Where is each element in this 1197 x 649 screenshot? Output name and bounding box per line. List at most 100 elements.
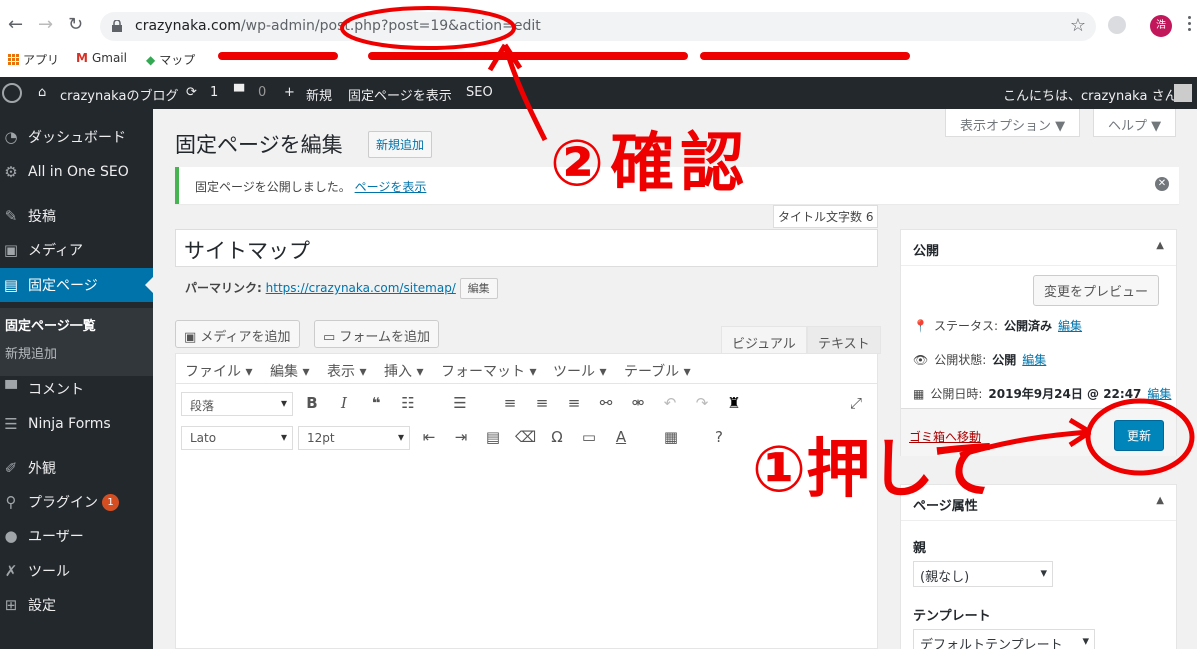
permalink-edit-button[interactable]: 編集 [459, 278, 498, 299]
sidebar-item-comments[interactable]: ▀ コメント [0, 372, 153, 406]
bookmark-gmail[interactable]: M Gmail [76, 51, 127, 65]
permalink-link[interactable]: https://crazynaka.com/sitemap/ [266, 281, 456, 295]
wrench-icon: ✗ [4, 562, 18, 580]
menu-insert[interactable]: 挿入 ▾ [384, 361, 423, 381]
date-row: ▦ 公開日時: 2019年9月24日 @ 22:47 編集 [913, 385, 1172, 402]
spy-icon[interactable]: ♜ [724, 394, 744, 412]
sidebar-item-ninja-forms[interactable]: ☰ Ninja Forms [0, 407, 153, 441]
undo-icon[interactable]: ↶ [660, 394, 680, 412]
comment-icon[interactable]: ▀ [234, 85, 244, 100]
plugin-update-badge: 1 [102, 493, 119, 511]
collapse-icon[interactable]: ▲ [1156, 240, 1164, 251]
link-icon[interactable]: ⚯ [596, 394, 616, 412]
new-link[interactable]: 新規 [306, 85, 332, 104]
bullet-list-icon[interactable]: ☷ [398, 394, 418, 412]
view-page-link[interactable]: ページを表示 [355, 180, 427, 194]
menu-tools[interactable]: ツール ▾ [553, 361, 606, 381]
bookmark-apps[interactable]: アプリ [8, 51, 59, 68]
reload-icon[interactable]: ↻ [68, 15, 83, 35]
sidebar-item-media[interactable]: ▣ メディア [0, 233, 153, 267]
user-avatar[interactable] [1174, 84, 1192, 102]
format-select[interactable]: 段落 [181, 392, 293, 416]
hr-icon[interactable]: ▭ [579, 428, 599, 446]
menu-table[interactable]: テーブル ▾ [624, 361, 691, 381]
view-page-link[interactable]: 固定ページを表示 [348, 85, 452, 104]
dismiss-icon[interactable]: ✕ [1155, 177, 1169, 191]
sidebar-item-plugins[interactable]: ⚲ プラグイン 1 [0, 485, 153, 519]
help-button[interactable]: ヘルプ ▼ [1093, 109, 1177, 137]
add-media-button[interactable]: ▣ メディアを追加 [175, 320, 300, 348]
bold-icon[interactable]: B [302, 394, 322, 412]
align-center-icon[interactable]: ≡ [532, 394, 552, 412]
seo-link[interactable]: SEO [466, 85, 493, 100]
forward-icon[interactable]: → [38, 15, 53, 35]
publish-box-header[interactable]: 公開 ▲ [901, 230, 1176, 266]
date-edit-link[interactable]: 編集 [1147, 385, 1171, 402]
help-icon[interactable]: ? [709, 428, 729, 446]
submenu-add-new[interactable]: 新規追加 [5, 343, 57, 362]
editor-content-area[interactable] [176, 458, 877, 648]
sidebar-item-tools[interactable]: ✗ ツール [0, 554, 153, 588]
sidebar-item-users[interactable]: ● ユーザー [0, 519, 153, 553]
special-char-icon[interactable]: Ω [547, 428, 567, 446]
star-icon[interactable]: ☆ [1070, 15, 1086, 36]
notice-text: 固定ページを公開しました。 ページを表示 [195, 180, 427, 194]
trash-link[interactable]: ゴミ箱へ移動 [909, 428, 981, 445]
address-bar[interactable]: crazynaka.com/wp-admin/post.php?post=19&… [100, 12, 1096, 41]
add-form-button[interactable]: ▭ フォームを追加 [314, 320, 440, 348]
number-list-icon[interactable]: ☰ [450, 394, 470, 412]
updates-count[interactable]: 1 [210, 85, 218, 100]
align-right-icon[interactable]: ≡ [564, 394, 584, 412]
extension-icon[interactable] [1108, 16, 1126, 34]
add-new-button[interactable]: 新規追加 [368, 131, 433, 158]
parent-select[interactable]: (親なし) [913, 561, 1053, 587]
align-left-icon[interactable]: ≡ [500, 394, 520, 412]
updates-icon[interactable]: ⟳ [186, 85, 197, 100]
sidebar-item-dashboard[interactable]: ◔ ダッシュボード [0, 120, 153, 154]
menu-edit[interactable]: 編集 ▾ [270, 361, 309, 381]
visibility-edit-link[interactable]: 編集 [1022, 351, 1046, 368]
greeting[interactable]: こんにちは、crazynaka さん [1003, 85, 1178, 104]
font-size-select[interactable]: 12pt [298, 426, 410, 450]
menu-icon[interactable] [1188, 14, 1192, 34]
menu-view[interactable]: 表示 ▾ [327, 361, 366, 381]
table-icon[interactable]: ▦ [661, 428, 681, 446]
redo-icon[interactable]: ↷ [692, 394, 712, 412]
blockquote-icon[interactable]: ❝ [366, 394, 386, 412]
text-color-icon[interactable]: A [611, 428, 631, 446]
tab-text[interactable]: テキスト [807, 326, 881, 354]
profile-avatar[interactable]: 浩 [1150, 15, 1172, 37]
media-icon: ▣ [184, 330, 201, 345]
fullscreen-icon[interactable]: ⤢ [846, 394, 866, 412]
bookmark-maps[interactable]: ◆ マップ [146, 51, 195, 68]
menu-format[interactable]: フォーマット ▾ [441, 361, 536, 381]
sidebar-item-aioseo[interactable]: ⚙ All in One SEO [0, 155, 153, 189]
post-title-input[interactable]: サイトマップ [175, 229, 878, 267]
sidebar-item-appearance[interactable]: ✐ 外観 [0, 451, 153, 485]
outdent-icon[interactable]: ⇤ [419, 428, 439, 446]
attributes-header[interactable]: ページ属性 ▲ [901, 485, 1176, 521]
submenu-all-pages[interactable]: 固定ページ一覧 [5, 315, 96, 334]
indent-icon[interactable]: ⇥ [451, 428, 471, 446]
back-icon[interactable]: ← [8, 15, 23, 35]
preview-button[interactable]: 変更をプレビュー [1032, 275, 1159, 306]
user-icon: ● [4, 527, 18, 545]
update-button[interactable]: 更新 [1113, 420, 1164, 451]
wordpress-logo-icon[interactable] [2, 83, 22, 103]
template-select[interactable]: デフォルトテンプレート [913, 629, 1095, 649]
collapse-icon[interactable]: ▲ [1156, 495, 1164, 506]
comments-count[interactable]: 0 [258, 85, 266, 100]
menu-file[interactable]: ファイル ▾ [185, 361, 252, 381]
paste-text-icon[interactable]: ▤ [483, 428, 503, 446]
screen-options-button[interactable]: 表示オプション ▼ [945, 109, 1081, 137]
sidebar-item-pages[interactable]: ▤ 固定ページ [0, 268, 153, 302]
sidebar-item-settings[interactable]: ⊞ 設定 [0, 588, 153, 622]
status-edit-link[interactable]: 編集 [1058, 317, 1082, 334]
clear-format-icon[interactable]: ⌫ [515, 428, 536, 446]
italic-icon[interactable]: I [334, 394, 354, 412]
font-family-select[interactable]: Lato [181, 426, 293, 450]
unlink-icon[interactable]: ⚮ [628, 394, 648, 412]
site-name-link[interactable]: crazynakaのブログ [60, 85, 178, 104]
tab-visual[interactable]: ビジュアル [721, 326, 807, 354]
sidebar-item-posts[interactable]: ✎ 投稿 [0, 199, 153, 233]
